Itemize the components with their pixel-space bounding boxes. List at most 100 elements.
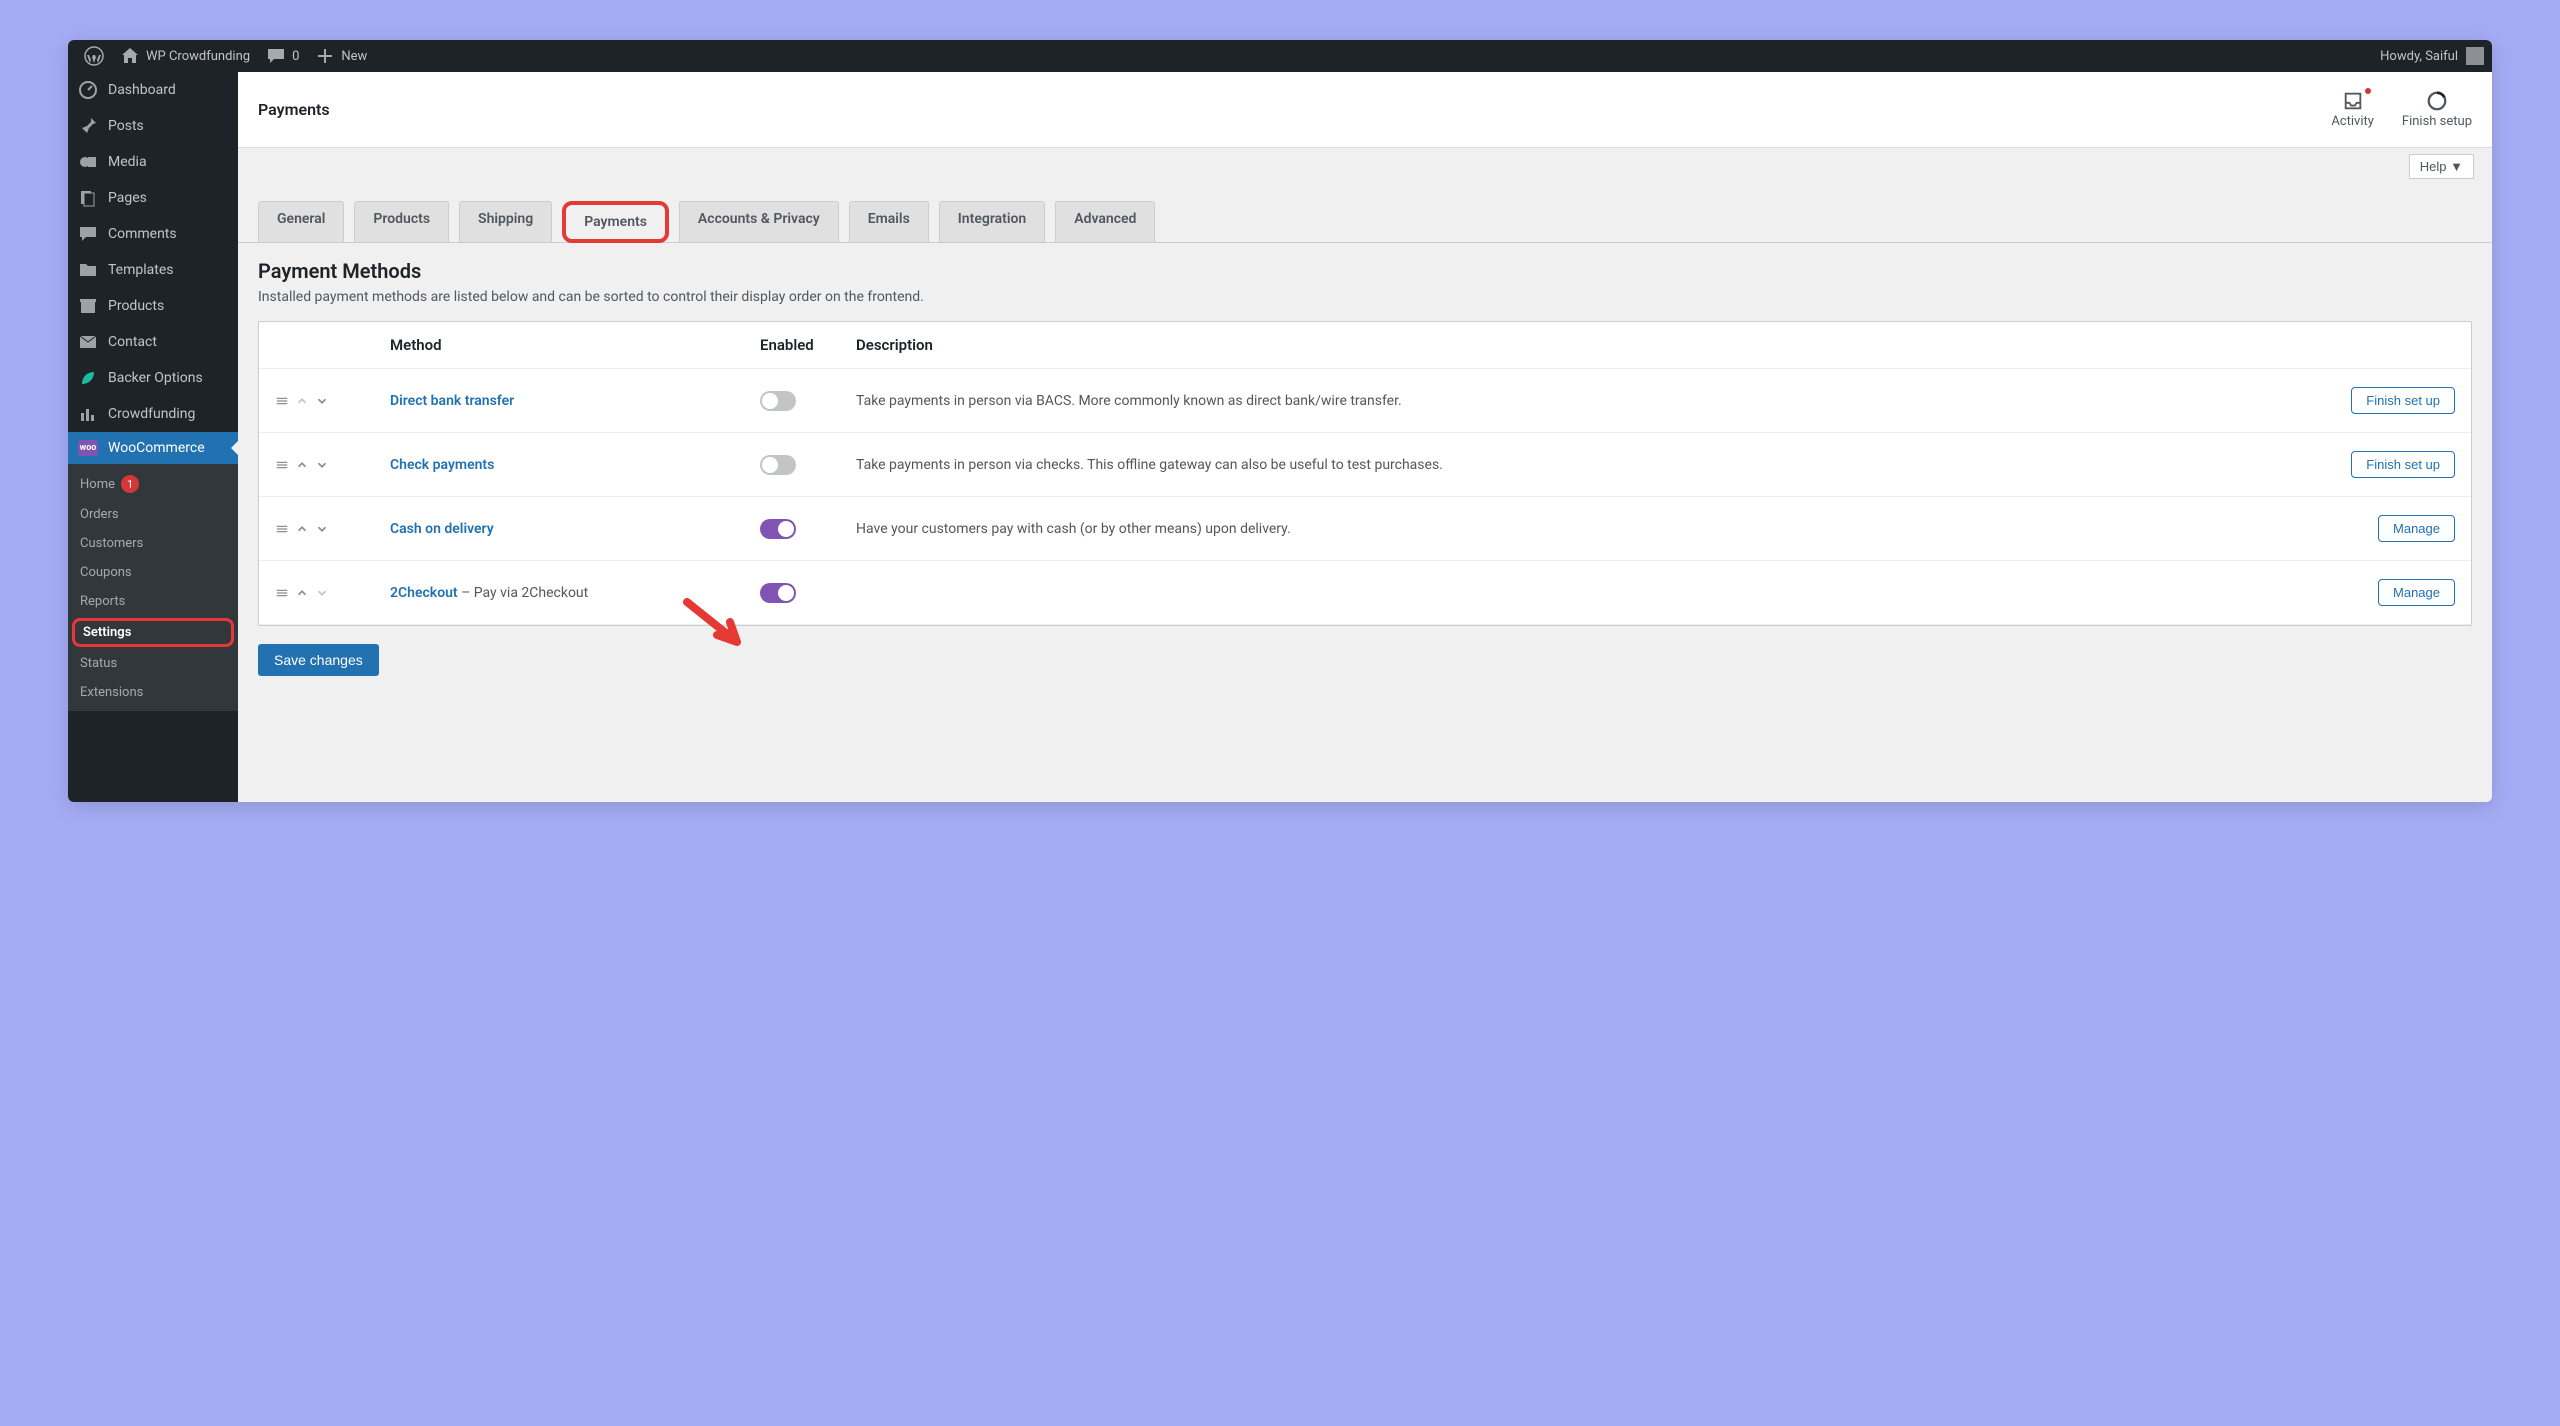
sidebar-label: Posts	[108, 118, 144, 134]
submenu-status[interactable]: Status	[68, 649, 238, 678]
drag-icon	[275, 394, 289, 408]
table-row: Direct bank transfer Take payments in pe…	[259, 369, 2471, 433]
method-link[interactable]: 2Checkout	[390, 585, 458, 601]
comments-count: 0	[292, 49, 299, 64]
tab-advanced[interactable]: Advanced	[1055, 201, 1155, 242]
sidebar-contact[interactable]: Contact	[68, 324, 238, 360]
th-description: Description	[856, 336, 2309, 354]
help-button[interactable]: Help ▼	[2409, 154, 2474, 179]
comment-icon	[78, 224, 98, 244]
submenu-coupons[interactable]: Coupons	[68, 558, 238, 587]
sidebar-label: Dashboard	[108, 82, 176, 98]
th-method: Method	[390, 336, 760, 354]
manage-button[interactable]: Manage	[2378, 579, 2455, 606]
avatar[interactable]	[2466, 47, 2484, 65]
pin-icon	[78, 116, 98, 136]
tab-shipping[interactable]: Shipping	[459, 201, 552, 242]
drag-controls[interactable]	[275, 394, 390, 408]
submenu-home[interactable]: Home 1	[68, 468, 238, 500]
sidebar-backer-options[interactable]: Backer Options	[68, 360, 238, 396]
tab-products[interactable]: Products	[354, 201, 449, 242]
tab-integration[interactable]: Integration	[939, 201, 1045, 242]
dashboard-icon	[78, 80, 98, 100]
main-content: Payments Activity Finish setup Help ▼ Ge…	[238, 72, 2492, 802]
manage-button[interactable]: Manage	[2378, 515, 2455, 542]
comments-link[interactable]: 0	[258, 40, 307, 72]
settings-tabs: General Products Shipping Payments Accou…	[238, 179, 2492, 243]
new-label: New	[341, 49, 367, 64]
sidebar-products[interactable]: Products	[68, 288, 238, 324]
page-title: Payments	[258, 100, 330, 119]
save-changes-button[interactable]: Save changes	[258, 644, 379, 676]
tab-emails[interactable]: Emails	[849, 201, 929, 242]
sidebar-dashboard[interactable]: Dashboard	[68, 72, 238, 108]
pages-icon	[78, 188, 98, 208]
new-link[interactable]: New	[307, 40, 375, 72]
activity-button[interactable]: Activity	[2331, 90, 2374, 129]
chevron-up-icon	[295, 522, 309, 536]
enable-toggle[interactable]	[760, 455, 796, 475]
sidebar-label: Comments	[108, 226, 177, 242]
sidebar-label: Crowdfunding	[108, 406, 195, 422]
table-header: Method Enabled Description	[259, 322, 2471, 369]
sidebar-templates[interactable]: Templates	[68, 252, 238, 288]
enable-toggle[interactable]	[760, 519, 796, 539]
admin-sidebar: Dashboard Posts Media Pages Comments Tem…	[68, 72, 238, 802]
method-link[interactable]: Check payments	[390, 457, 494, 473]
media-icon	[78, 152, 98, 172]
finish-setup-button[interactable]: Finish set up	[2351, 387, 2455, 414]
submenu-reports[interactable]: Reports	[68, 587, 238, 616]
sidebar-label: Contact	[108, 334, 157, 350]
tab-accounts-privacy[interactable]: Accounts & Privacy	[679, 201, 839, 242]
drag-icon	[275, 458, 289, 472]
sidebar-posts[interactable]: Posts	[68, 108, 238, 144]
sidebar-woocommerce[interactable]: woo WooCommerce	[68, 432, 238, 464]
sidebar-pages[interactable]: Pages	[68, 180, 238, 216]
sidebar-media[interactable]: Media	[68, 144, 238, 180]
woocommerce-submenu: Home 1 Orders Customers Coupons Reports …	[68, 464, 238, 711]
method-suffix: – Pay via 2Checkout	[458, 585, 589, 601]
chevron-down-icon	[315, 458, 329, 472]
chart-icon	[78, 404, 98, 424]
finish-setup-button[interactable]: Finish set up	[2351, 451, 2455, 478]
sidebar-comments[interactable]: Comments	[68, 216, 238, 252]
wp-logo[interactable]	[76, 40, 112, 72]
method-link[interactable]: Direct bank transfer	[390, 393, 514, 409]
submenu-orders[interactable]: Orders	[68, 500, 238, 529]
home-icon	[120, 46, 140, 66]
sidebar-label: Pages	[108, 190, 147, 206]
drag-controls[interactable]	[275, 586, 390, 600]
method-description: Have your customers pay with cash (or by…	[856, 521, 2309, 537]
method-description: Take payments in person via BACS. More c…	[856, 393, 2309, 409]
submenu-customers[interactable]: Customers	[68, 529, 238, 558]
home-link[interactable]: WP Crowdfunding	[112, 40, 258, 72]
drag-controls[interactable]	[275, 522, 390, 536]
section-title: Payment Methods	[238, 243, 2492, 289]
woo-icon: woo	[78, 440, 98, 456]
table-row: Cash on delivery Have your customers pay…	[259, 497, 2471, 561]
method-link[interactable]: Cash on delivery	[390, 521, 494, 537]
notification-badge: 1	[121, 475, 139, 493]
submenu-extensions[interactable]: Extensions	[68, 678, 238, 707]
page-header: Payments Activity Finish setup	[238, 72, 2492, 148]
tab-payments[interactable]: Payments	[562, 201, 669, 243]
chevron-up-icon	[295, 394, 309, 408]
leaf-icon	[78, 368, 98, 388]
sidebar-label: Media	[108, 154, 147, 170]
method-description: Take payments in person via checks. This…	[856, 457, 2309, 473]
chevron-down-icon	[315, 522, 329, 536]
tab-general[interactable]: General	[258, 201, 344, 242]
payment-methods-table: Method Enabled Description Direct bank t…	[258, 321, 2472, 626]
sidebar-crowdfunding[interactable]: Crowdfunding	[68, 396, 238, 432]
howdy-text[interactable]: Howdy, Saiful	[2380, 49, 2458, 64]
drag-icon	[275, 522, 289, 536]
inbox-icon	[2342, 90, 2364, 112]
chevron-down-icon	[315, 586, 329, 600]
enable-toggle[interactable]	[760, 583, 796, 603]
mail-icon	[78, 332, 98, 352]
finish-setup-button[interactable]: Finish setup	[2402, 90, 2472, 129]
submenu-settings[interactable]: Settings	[72, 618, 234, 647]
enable-toggle[interactable]	[760, 391, 796, 411]
th-enabled: Enabled	[760, 336, 856, 354]
drag-controls[interactable]	[275, 458, 390, 472]
